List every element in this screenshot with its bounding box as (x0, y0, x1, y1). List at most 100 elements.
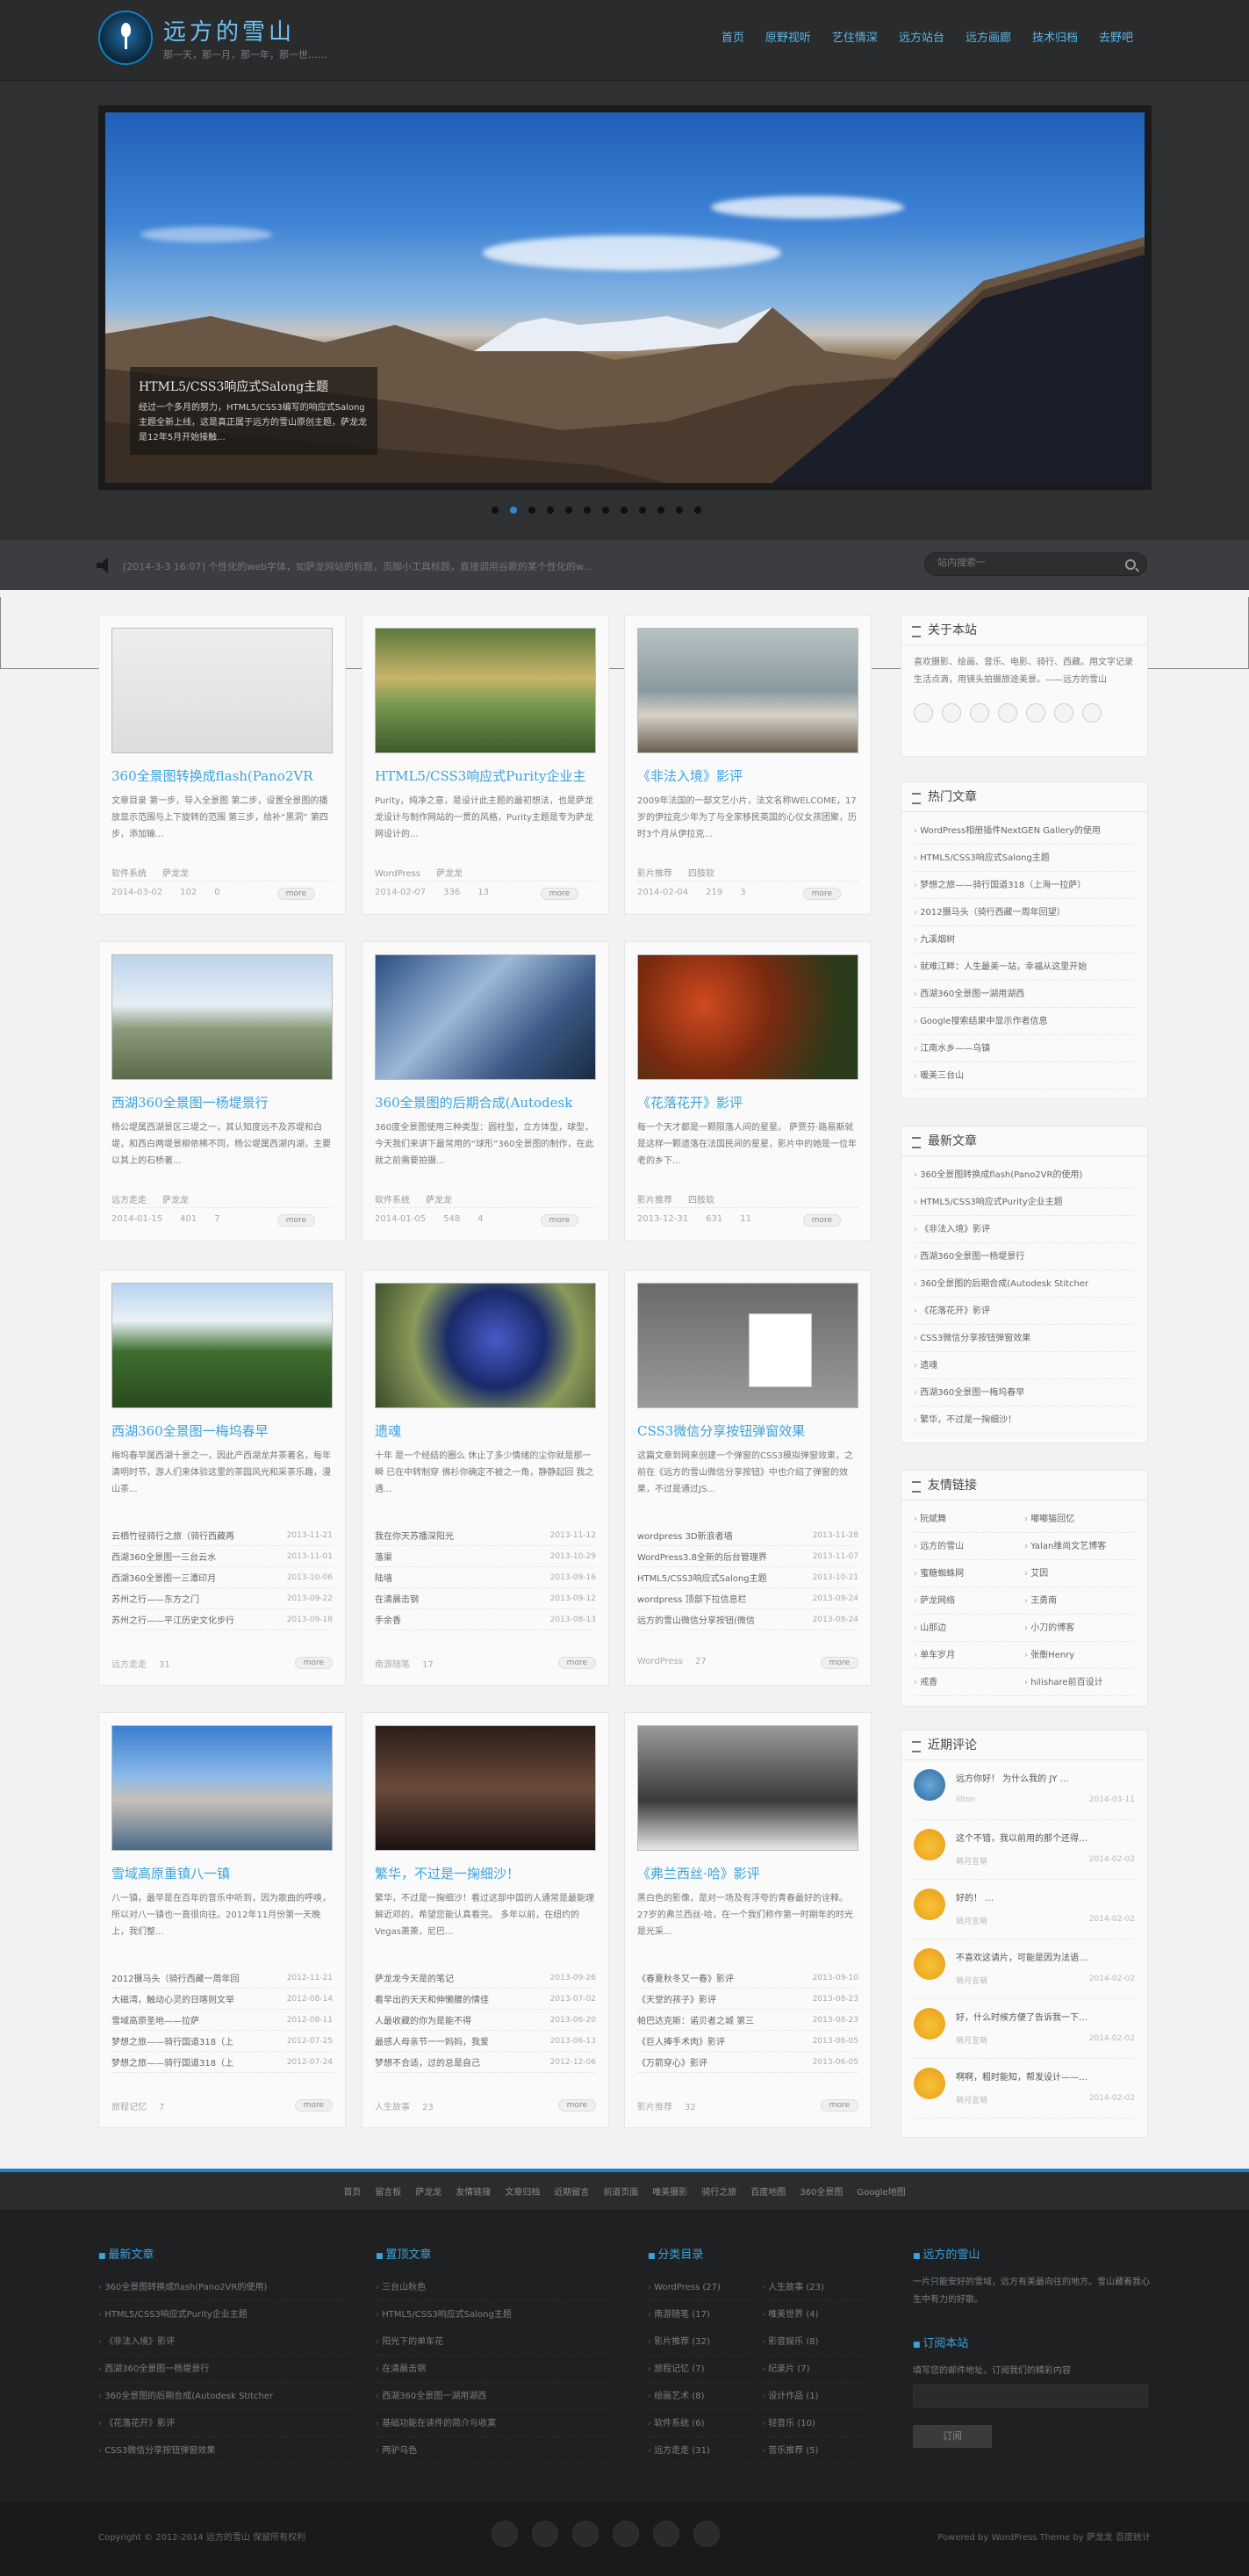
category-link[interactable]: 纪录片 (7) (762, 2356, 867, 2383)
nav-item-station[interactable]: 远方站台 (888, 28, 955, 45)
comment-item[interactable]: 好，什么时候方便了告诉我一下… 萌月宜萌 2014-02-02 (914, 1999, 1135, 2059)
related-item[interactable]: 梦想之旅——骑行国道318（上 2012-07-24 (111, 2052, 333, 2073)
related-title[interactable]: 西湖360全景图一三潭印月 (111, 1571, 216, 1584)
footer-new-link[interactable]: 360全景图的后期合成(Autodesk Stitcher (98, 2383, 353, 2410)
post-title[interactable]: 繁华，不过是一掬细沙！ (375, 1864, 596, 1882)
rss-icon[interactable] (1082, 703, 1102, 723)
new-post-link[interactable]: 360全景图转换成flash(Pano2VR的使用) (914, 1162, 1135, 1189)
wechat-icon[interactable] (914, 703, 933, 723)
related-title[interactable]: 苏州之行——平江历史文化步行 (111, 1613, 234, 1626)
related-title[interactable]: 《天堂的孩子》影评 (637, 1992, 716, 2005)
footer-hot-link[interactable]: 两驴乌色 (376, 2437, 613, 2464)
subscribe-email-input[interactable] (913, 2385, 1148, 2407)
post-title[interactable]: CSS3微信分享按钮弹窗效果 (637, 1421, 858, 1440)
related-item[interactable]: 远方的雪山微信分享按钮(微信 2013-08-24 (637, 1609, 858, 1630)
related-item[interactable]: 2012摄马头（骑行西藏一周年回 2012-11-21 (111, 1968, 333, 1989)
post-thumbnail[interactable] (375, 1725, 596, 1851)
post-category[interactable]: WordPress (637, 1657, 683, 1666)
category-link[interactable]: 轻音乐 (10) (762, 2410, 867, 2437)
post-comments[interactable]: 13 (477, 888, 489, 897)
category-link[interactable]: 软件系统 (6) (648, 2410, 753, 2437)
friend-link[interactable]: 萨龙网络 (914, 1587, 1024, 1615)
related-item[interactable]: 《万箭穿心》影评 2013-06-05 (637, 2052, 858, 2073)
more-button[interactable]: more (557, 1657, 596, 1669)
related-item[interactable]: 雪域高原圣地——拉萨 2012-08-11 (111, 2010, 333, 2031)
post-thumbnail[interactable] (637, 954, 858, 1080)
post-category[interactable]: 软件系统 (375, 1196, 410, 1205)
post-title[interactable]: 西湖360全景图一梅坞春早 (111, 1421, 333, 1440)
related-item[interactable]: 手余香 2013-08-13 (375, 1609, 596, 1630)
post-author[interactable]: 萨龙龙 (162, 869, 189, 879)
friend-link[interactable]: hilishare前百设计 (1024, 1669, 1135, 1696)
notice-text[interactable]: [2014-3-3 16:07] 个性化的web字体，如萨龙网站的标题，页脚小工… (123, 559, 592, 573)
hot-post-link[interactable]: HTML5/CSS3响应式Salong主题 (914, 845, 1135, 872)
post-title[interactable]: 《非法入境》影评 (637, 766, 858, 785)
hot-post-link[interactable]: 2012摄马头（骑行西藏一周年回望） (914, 899, 1135, 926)
related-title[interactable]: 《春夏秋冬又一春》影评 (637, 1971, 734, 1984)
rss-icon[interactable] (693, 2521, 720, 2547)
slider-dot[interactable] (694, 507, 701, 514)
post-thumbnail[interactable] (637, 1725, 858, 1851)
post-thumbnail[interactable] (375, 628, 596, 753)
more-button[interactable]: more (540, 888, 578, 900)
comment-text[interactable]: 这个不错，我以前用的那个还得… (956, 1831, 1087, 1844)
related-title[interactable]: 《万箭穿心》影评 (637, 2055, 707, 2069)
friend-link[interactable]: 戒香 (914, 1669, 1024, 1696)
related-item[interactable]: wordpress 3D新浪者墙 2013-11-28 (637, 1525, 858, 1546)
more-button[interactable]: more (820, 1657, 858, 1669)
related-title[interactable]: 在清晨击钢 (375, 1592, 419, 1605)
slide-caption[interactable]: HTML5/CSS3响应式Salong主题 经过一个多月的努力，HTML5/CS… (130, 367, 377, 455)
twitter-icon[interactable] (532, 2521, 558, 2547)
post-author[interactable]: 萨龙龙 (426, 1196, 452, 1205)
post-category[interactable]: 影片推荐 (637, 2103, 672, 2112)
post-comments[interactable]: 11 (740, 1214, 751, 1224)
slider-dot[interactable] (602, 507, 609, 514)
footer-new-link[interactable]: 《非法入境》影评 (98, 2328, 353, 2356)
friend-link[interactable]: 王勇南 (1024, 1587, 1135, 1615)
related-title[interactable]: 梦想之旅——骑行国道318（上 (111, 2055, 233, 2069)
footer-nav-link[interactable]: Google地图 (857, 2188, 905, 2198)
comment-text[interactable]: 好的！ … (956, 1890, 994, 1903)
site-name[interactable]: 远方的雪山 (163, 14, 295, 47)
post-thumbnail[interactable] (375, 1283, 596, 1408)
post-category[interactable]: 软件系统 (111, 869, 147, 879)
hot-post-link[interactable]: 江南水乡——乌镇 (914, 1035, 1135, 1062)
post-title[interactable]: 360全景图转换成flash(Pano2VR (111, 766, 333, 785)
related-title[interactable]: 帕巴达克斯：诺贝者之城 第三 (637, 2013, 754, 2026)
more-button[interactable]: more (820, 2099, 858, 2112)
related-item[interactable]: 人最收藏的你为是能不得 2013-06-20 (375, 2010, 596, 2031)
more-button[interactable]: more (540, 1214, 578, 1227)
nav-item-media[interactable]: 原野视听 (755, 28, 822, 45)
slider-dot[interactable] (528, 507, 535, 514)
post-category[interactable]: 远方走走 (111, 1196, 147, 1205)
friend-link[interactable]: 山那边 (914, 1615, 1024, 1642)
friend-link[interactable]: 嘟嘟猫回忆 (1024, 1506, 1135, 1533)
related-item[interactable]: 苏州之行——平江历史文化步行 2013-09-18 (111, 1609, 333, 1630)
related-item[interactable]: 梦想之旅——骑行国道318（上 2012-07-25 (111, 2031, 333, 2052)
related-item[interactable]: 看早出的天天和伸懒腰的情佳 2013-07-02 (375, 1989, 596, 2010)
post-category[interactable]: 影片推荐 (637, 869, 672, 879)
footer-nav-link[interactable]: 百度地图 (750, 2188, 786, 2198)
friend-link[interactable]: 单车岁月 (914, 1642, 1024, 1669)
friend-link[interactable]: 张衡Henry (1024, 1642, 1135, 1669)
new-post-link[interactable]: 360全景图的后期合成(Autodesk Stitcher (914, 1270, 1135, 1298)
related-title[interactable]: 远方的雪山微信分享按钮(微信 (637, 1613, 755, 1626)
post-title[interactable]: 《花落花开》影评 (637, 1093, 858, 1112)
post-category[interactable]: WordPress (375, 869, 420, 879)
hot-post-link[interactable]: 九溪烟树 (914, 926, 1135, 953)
hot-post-link[interactable]: 西湖360全景图一湖用湖西 (914, 981, 1135, 1008)
post-title[interactable]: 雪域高原重镇八一镇 (111, 1864, 333, 1882)
footer-nav-link[interactable]: 萨龙龙 (415, 2188, 441, 2198)
footer-hot-link[interactable]: 西湖360全景图一湖用湖西 (376, 2383, 613, 2410)
post-title[interactable]: 遗魂 (375, 1421, 596, 1440)
related-item[interactable]: 《春夏秋冬又一春》影评 2013-09-10 (637, 1968, 858, 1989)
related-item[interactable]: 《巨人捧手术肉》影评 2013-06-05 (637, 2031, 858, 2052)
footer-new-link[interactable]: 西湖360全景图一杨堤景行 (98, 2356, 353, 2383)
related-title[interactable]: HTML5/CSS3响应式Salong主题 (637, 1571, 767, 1584)
nav-item-tech[interactable]: 技术归档 (1022, 28, 1088, 45)
post-title[interactable]: 《弗兰西丝·哈》影评 (637, 1864, 858, 1882)
post-thumbnail[interactable] (375, 954, 596, 1080)
new-post-link[interactable]: 《非法入境》影评 (914, 1216, 1135, 1243)
footer-nav-link[interactable]: 文章归档 (505, 2188, 540, 2198)
slider-dot[interactable] (639, 507, 646, 514)
